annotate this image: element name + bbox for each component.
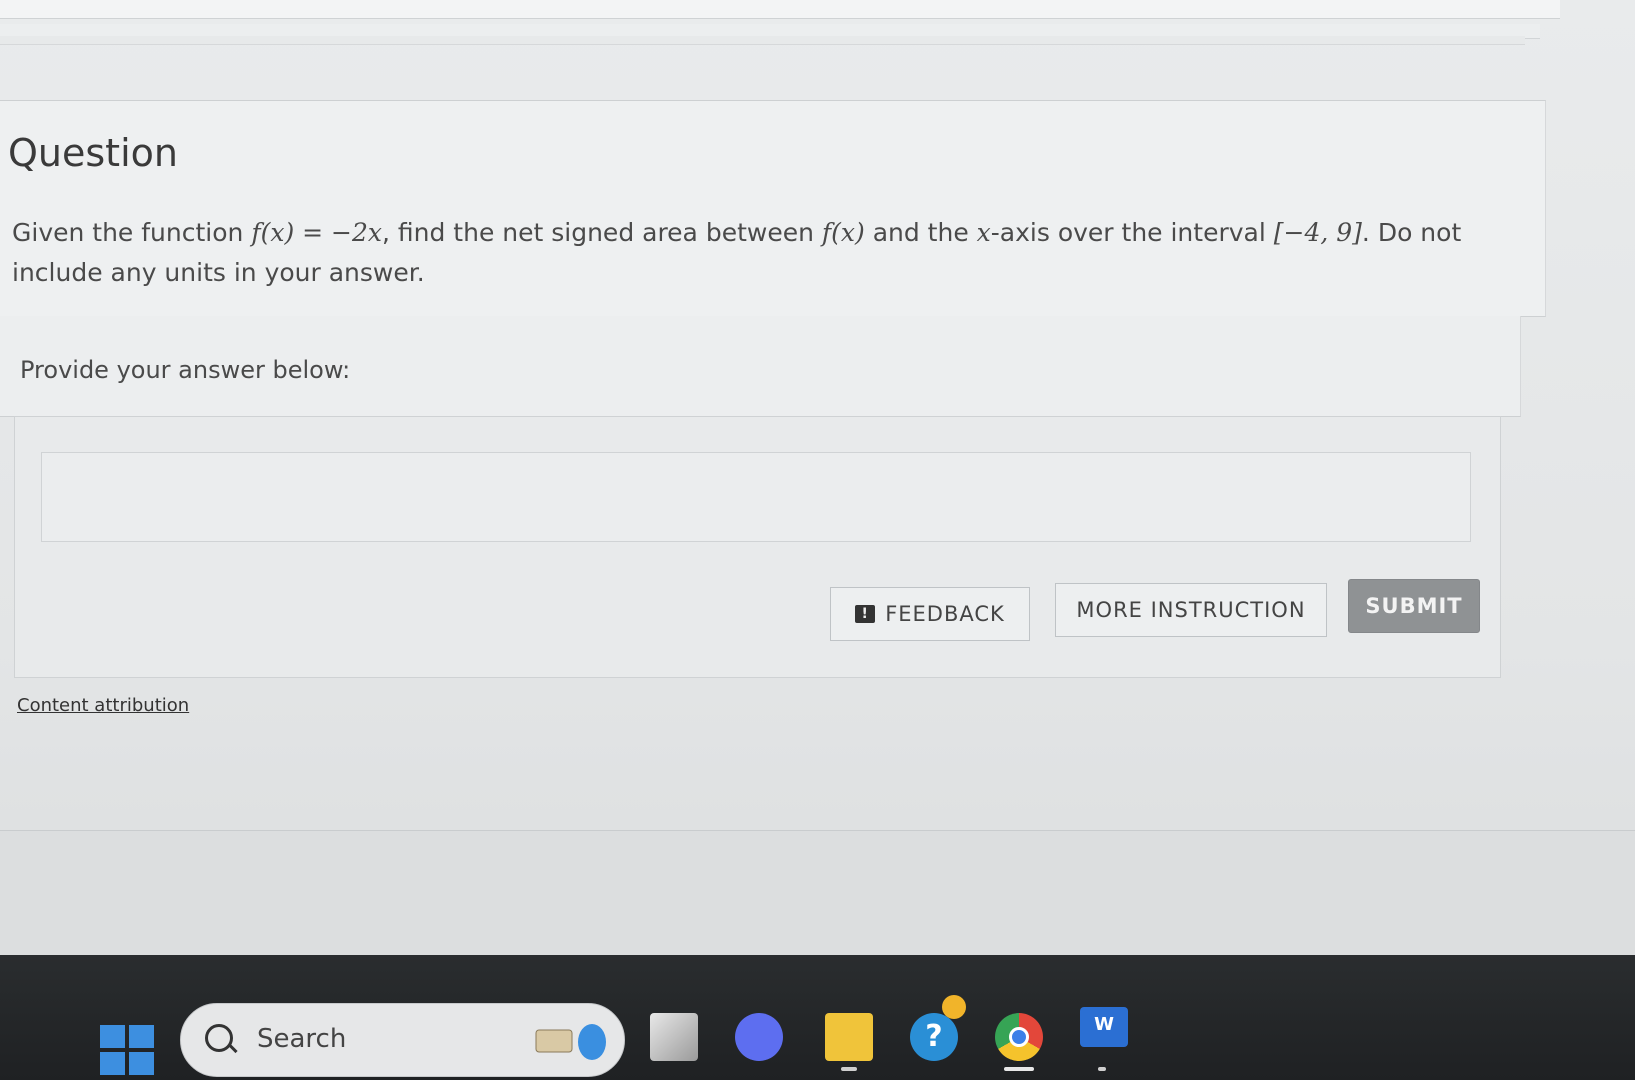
feedback-button[interactable]: ! FEEDBACK <box>830 587 1030 641</box>
interval: [−4, 9] <box>1273 218 1362 247</box>
function-reference: f(x) <box>821 218 865 247</box>
answer-panel: ! FEEDBACK MORE INSTRUCTION SUBMIT <box>14 416 1501 678</box>
windows-taskbar: Search ? W <box>0 955 1635 1080</box>
answer-input[interactable] <box>41 452 1471 542</box>
browser-top-strip-tertiary <box>0 36 1525 45</box>
question-text-prefix: Given the function <box>12 218 252 247</box>
get-help-icon[interactable]: ? <box>910 1013 958 1061</box>
help-notification-badge <box>942 995 966 1019</box>
chrome-active-indicator <box>1004 1067 1034 1071</box>
file-explorer-active-indicator <box>841 1067 857 1071</box>
task-view-icon[interactable] <box>650 1013 698 1061</box>
more-instruction-button[interactable]: MORE INSTRUCTION <box>1055 583 1327 637</box>
word-active-indicator <box>1098 1067 1106 1071</box>
taskbar-search-label: Search <box>257 1024 347 1054</box>
function-expression: f(x) = −2x <box>251 218 382 247</box>
feedback-button-label: FEEDBACK <box>885 602 1005 626</box>
question-text-mid2: and the <box>864 218 977 247</box>
question-text: Given the function f(x) = −2x, find the … <box>12 213 1512 293</box>
submit-label: SUBMIT <box>1365 594 1463 618</box>
question-card: Question Given the function f(x) = −2x, … <box>0 100 1546 317</box>
search-icon <box>205 1024 233 1052</box>
submit-button[interactable]: SUBMIT <box>1348 579 1480 633</box>
more-instruction-label: MORE INSTRUCTION <box>1076 598 1306 622</box>
search-highlight-icon <box>535 1024 606 1060</box>
answer-prompt-card: Provide your answer below: <box>0 316 1521 417</box>
word-icon[interactable]: W <box>1080 1007 1128 1047</box>
answer-label: Provide your answer below: <box>20 356 351 384</box>
page-bottom-band <box>0 830 1635 961</box>
axis-variable: x <box>976 218 991 247</box>
taskbar-search-box[interactable]: Search <box>180 1003 625 1077</box>
question-text-mid3: -axis over the interval <box>990 218 1274 247</box>
file-explorer-icon[interactable] <box>825 1013 873 1061</box>
question-text-mid: , find the net signed area between <box>382 218 822 247</box>
chrome-icon[interactable] <box>995 1013 1043 1061</box>
feedback-icon: ! <box>855 605 876 623</box>
question-title: Question <box>8 131 178 175</box>
meet-icon[interactable] <box>735 1013 783 1061</box>
browser-top-strip <box>0 0 1560 19</box>
content-attribution-link[interactable]: Content attribution <box>17 695 189 716</box>
windows-start-icon[interactable] <box>100 1025 154 1075</box>
